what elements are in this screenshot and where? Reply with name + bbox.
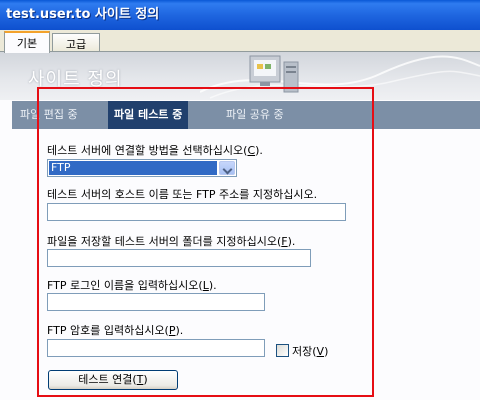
save-password-checkbox[interactable] — [276, 344, 289, 357]
save-password-label: 저장(V) — [292, 345, 329, 358]
login-input[interactable] — [47, 293, 265, 311]
connect-method-label: 테스트 서버에 연결할 방법을 선택하십시오(C). — [47, 144, 263, 157]
tab-basic[interactable]: 기본 — [4, 31, 50, 53]
window-title: test.user.to 사이트 정의 — [6, 7, 160, 22]
save-password-option[interactable]: 저장(V) — [276, 343, 329, 358]
title-bar[interactable]: test.user.to 사이트 정의 — [0, 0, 480, 30]
test-connection-button[interactable]: 테스트 연결(T) — [48, 370, 178, 390]
connect-method-value: FTP — [49, 161, 217, 175]
tab-advanced[interactable]: 고급 — [52, 33, 100, 52]
host-input[interactable] — [47, 203, 346, 221]
folder-input[interactable] — [47, 249, 311, 267]
password-label: FTP 암호를 입력하십시오(P). — [47, 324, 184, 337]
folder-label: 파일을 저장할 테스트 서버의 폴더를 지정하십시오(F). — [47, 235, 296, 248]
login-label: FTP 로그인 이름을 입력하십시오(L). — [47, 279, 217, 292]
chevron-down-icon[interactable] — [219, 161, 235, 175]
host-label: 테스트 서버의 호스트 이름 또는 FTP 주소를 지정하십시오. — [47, 188, 318, 201]
password-input[interactable] — [47, 339, 265, 357]
connect-method-select[interactable]: FTP — [47, 159, 237, 177]
tab-strip: 기본 고급 — [0, 30, 480, 53]
